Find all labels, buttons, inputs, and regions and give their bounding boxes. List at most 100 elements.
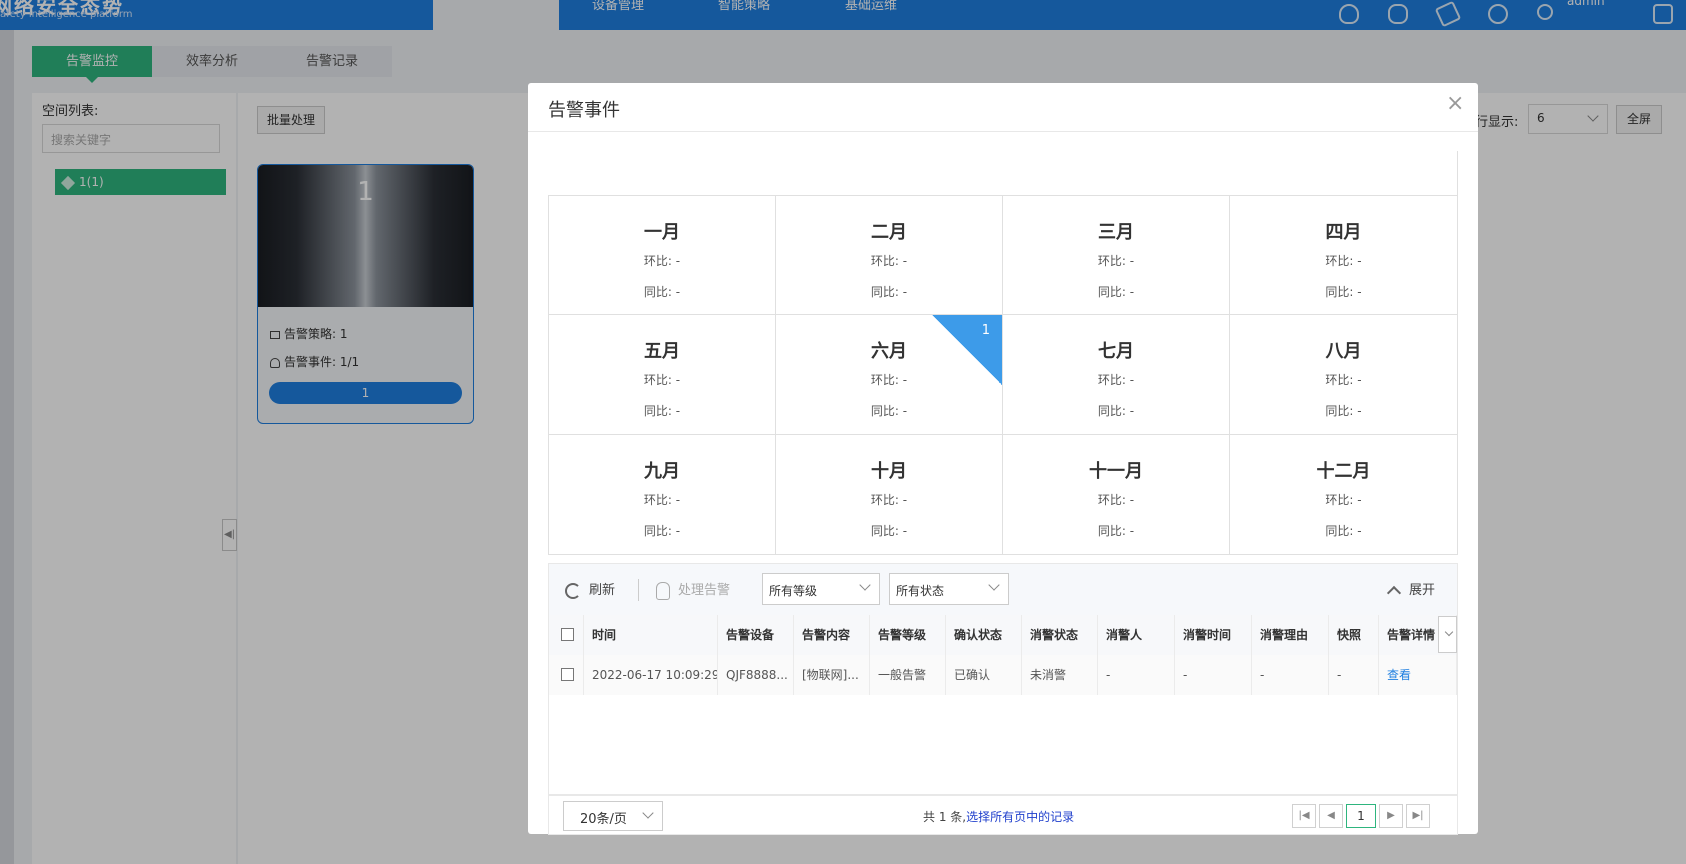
month-year-ratio: 同比: - — [643, 523, 681, 538]
row-select-cell — [549, 655, 584, 695]
month-cell[interactable]: 五月 环比: - 同比: - — [549, 315, 776, 435]
month-cell[interactable]: 十二月环比: - 同比: - — [1230, 435, 1457, 554]
expand-button[interactable]: 展开 — [1386, 579, 1436, 600]
level-select-value: 所有等级 — [769, 584, 818, 598]
month-name: 八月 — [1325, 341, 1362, 363]
month-year-ratio: 同比: - — [870, 285, 908, 299]
month-cell[interactable]: 九月环比: - 同比: - — [549, 434, 776, 554]
prev-page-button[interactable]: ◀ — [1319, 804, 1343, 828]
chevron-down-icon — [642, 807, 654, 819]
cell-level: 一般告警 — [870, 655, 946, 695]
refresh-icon — [565, 582, 581, 599]
first-page-button[interactable]: |◀ — [1292, 804, 1316, 828]
column-header[interactable]: 告警内容 — [794, 615, 870, 655]
chevron-down-icon — [859, 579, 871, 591]
month-name: 十二月 — [1316, 460, 1371, 482]
cell-time: 2022-06-17 10:09:29 — [584, 655, 718, 695]
month-ring-ratio: 环比: - — [643, 254, 681, 268]
column-header[interactable]: 快照 — [1329, 615, 1379, 655]
chevron-down-icon — [1444, 627, 1454, 637]
total-count: 共 1 条,选择所有页中的记录 — [923, 808, 1074, 825]
last-page-button[interactable]: ▶| — [1406, 804, 1430, 828]
cell-clear-reason: - — [1252, 655, 1329, 695]
month-ring-ratio: 环比: - — [1097, 254, 1135, 268]
current-page[interactable]: 1 — [1346, 804, 1376, 828]
chevron-double-up-icon — [1386, 585, 1402, 600]
page-size-value: 20条/页 — [580, 812, 627, 827]
column-header[interactable]: 消警人 — [1098, 615, 1175, 655]
select-all-checkbox[interactable] — [561, 628, 574, 641]
month-cell[interactable]: 八月 环比: - 同比: - — [1230, 315, 1457, 435]
close-icon[interactable]: × — [1446, 93, 1464, 115]
column-header[interactable]: 时间 — [584, 615, 718, 655]
month-ring-ratio: 环比: - — [1325, 254, 1362, 268]
table-header-row: 时间 告警设备 告警内容 告警等级 确认状态 消警状态 消警人 消警时间 消警理… — [549, 615, 1457, 655]
month-name: 十一月 — [1089, 460, 1143, 482]
hand-pointer-icon — [656, 581, 670, 600]
month-year-ratio: 同比: - — [870, 404, 908, 419]
refresh-button[interactable]: 刷新 — [565, 579, 615, 599]
month-cell[interactable]: 一月环比: - 同比: - — [549, 196, 776, 316]
view-detail-link[interactable]: 查看 — [1387, 668, 1411, 682]
month-calendar: 一月 环比: - 同比: - 二月 环比: - 同比: - 三月 环比: - 同比: - 四月 环比… — [548, 195, 1458, 555]
month-cell[interactable]: 三月 环比: - 同比: - — [1003, 196, 1230, 316]
cell-content: [物联网]... — [794, 655, 870, 695]
month-name: 三月 — [1098, 222, 1134, 243]
month-name: 九月 — [644, 460, 680, 482]
chevron-down-icon — [988, 579, 1000, 591]
month-ring-ratio: 环比: - — [870, 254, 908, 268]
table-row[interactable]: 2022-06-17 10:09:29 QJF8888... [物联网]... … — [549, 655, 1457, 695]
cell-detail: 查看 — [1379, 655, 1457, 695]
month-cell[interactable]: 六月 环比: - 同比: -1 — [776, 315, 1003, 435]
handle-alarm-label: 处理告警 — [678, 583, 731, 598]
cell-clear-person: - — [1098, 655, 1175, 695]
month-year-ratio: 同比: - — [1325, 285, 1362, 299]
month-ring-ratio: 环比: - — [1097, 373, 1135, 388]
month-cell[interactable]: 七月 环比: - 同比: - — [1003, 315, 1230, 435]
modal-title: 告警事件 — [548, 100, 620, 121]
column-header[interactable]: 消警时间 — [1175, 615, 1252, 655]
pagination-bar: 20条/页 共 1 条,选择所有页中的记录 |◀ ◀ 1 ▶ ▶| — [548, 795, 1458, 835]
month-name: 五月 — [644, 341, 680, 363]
cell-device: QJF8888... — [718, 655, 794, 695]
month-name: 四月 — [1325, 222, 1362, 243]
month-name: 二月 — [871, 222, 907, 243]
column-header[interactable]: 消警理由 — [1252, 615, 1329, 655]
handle-alarm-button[interactable]: 处理告警 — [656, 579, 730, 600]
alarm-count-corner-badge — [932, 315, 1002, 386]
column-header[interactable]: 告警设备 — [718, 615, 794, 655]
total-count-text: 共 1 条, — [923, 810, 967, 824]
modal-header: 告警事件 × — [528, 83, 1478, 132]
page-size-select[interactable]: 20条/页 — [563, 801, 663, 831]
alarm-count-badge-value: 1 — [981, 323, 990, 339]
month-cell[interactable]: 四月环比: - 同比: - — [1230, 196, 1457, 316]
month-year-ratio: 同比: - — [870, 523, 908, 538]
next-page-button[interactable]: ▶ — [1379, 804, 1403, 828]
month-name: 十月 — [871, 460, 907, 482]
month-cell[interactable]: 二月环比: - 同比: - — [776, 196, 1003, 316]
column-header[interactable]: 告警等级 — [870, 615, 946, 655]
month-year-ratio: 同比: - — [643, 285, 681, 299]
month-ring-ratio: 环比: - — [1325, 373, 1362, 388]
select-all-pages-link[interactable]: 选择所有页中的记录 — [966, 810, 1074, 824]
status-select-value: 所有状态 — [896, 584, 945, 598]
expand-label: 展开 — [1409, 583, 1436, 598]
month-ring-ratio: 环比: - — [1097, 492, 1135, 507]
alarm-toolbar: 刷新 处理告警 所有等级 所有状态 展开 — [548, 563, 1458, 615]
month-cell[interactable]: 十月环比: - 同比: - — [776, 434, 1003, 554]
level-select[interactable]: 所有等级 — [762, 573, 880, 605]
alarm-table: 时间 告警设备 告警内容 告警等级 确认状态 消警状态 消警人 消警时间 消警理… — [548, 615, 1458, 795]
month-ring-ratio: 环比: - — [1325, 492, 1362, 507]
row-checkbox[interactable] — [561, 668, 574, 681]
month-ring-ratio: 环比: - — [643, 492, 681, 507]
column-header[interactable]: 消警状态 — [1022, 615, 1098, 655]
alarm-event-modal: 告警事件 × 一月环比: - 同比: - 二月环比: - 同比: - 三月环比: - 同比… — [528, 83, 1478, 835]
status-select[interactable]: 所有状态 — [889, 573, 1009, 605]
month-ring-ratio: 环比: - — [643, 373, 681, 388]
column-header[interactable]: 确认状态 — [946, 615, 1022, 655]
month-name: 一月 — [644, 222, 680, 243]
month-year-ratio: 同比: - — [1325, 523, 1362, 538]
column-menu-button[interactable] — [1438, 616, 1457, 653]
month-ring-ratio: 环比: - — [870, 492, 908, 507]
month-cell[interactable]: 十一月 环比: - 同比: - — [1003, 434, 1230, 554]
